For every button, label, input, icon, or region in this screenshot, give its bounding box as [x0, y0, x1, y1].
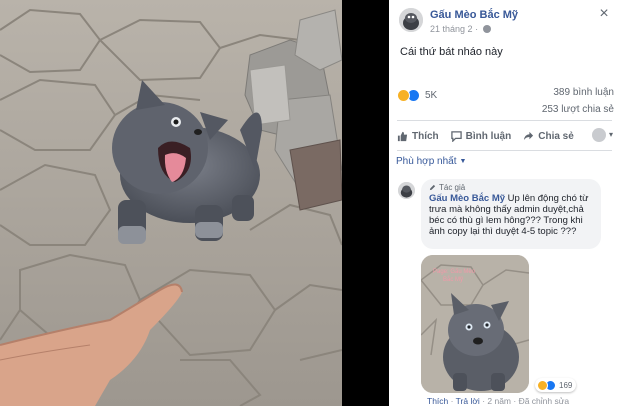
comment-button[interactable]: Bình luận — [450, 130, 512, 142]
comment-time[interactable]: 2 năm — [487, 396, 511, 406]
commenter-avatar[interactable] — [398, 182, 415, 199]
author-badge-label: Tác giả — [439, 183, 466, 192]
comment-edited-label[interactable]: Đã chỉnh sửa — [519, 396, 570, 406]
divider — [397, 120, 612, 121]
share-button[interactable]: Chia sẻ — [523, 131, 574, 142]
page-avatar[interactable] — [399, 8, 423, 32]
comment-attachment-image[interactable]: Page: Gấu Mèo Bắc Mỹ — [421, 255, 529, 393]
separator-dot: · — [475, 24, 479, 34]
shares-count-link[interactable]: 253 lượt chia sẻ — [542, 104, 614, 115]
comment-bubble: Tác giả Gấu Mèo Bắc Mỹ Up lên động chó t… — [421, 179, 601, 249]
act-as-avatar[interactable] — [592, 128, 606, 142]
photo-dog-pointing — [0, 0, 342, 406]
post-date[interactable]: 21 tháng 2 — [430, 24, 473, 34]
post-photo[interactable] — [0, 0, 342, 406]
post-meta: 21 tháng 2 · — [430, 24, 491, 34]
comment-icon — [450, 130, 462, 142]
like-label: Thích — [412, 130, 439, 142]
close-button[interactable]: × — [596, 6, 612, 23]
page-avatar-image — [399, 8, 423, 32]
comment-reactions[interactable]: 169 — [535, 378, 577, 392]
comment-filter-label: Phù hợp nhất — [396, 156, 457, 167]
author-badge: Tác giả — [429, 183, 593, 192]
like-button[interactable]: Thích — [397, 131, 439, 142]
thumbs-up-icon — [397, 131, 408, 141]
reactions-summary[interactable]: 5K — [397, 88, 437, 102]
post-caption: Cái thứ bát nháo này — [400, 46, 503, 58]
share-label: Chia sẻ — [538, 130, 574, 142]
photo-letterbox — [342, 0, 389, 406]
comment-reply-link[interactable]: Trả lời — [456, 396, 480, 406]
photo-viewer: Gấu Mèo Bắc Mỹ 21 tháng 2 · × Cái thứ bá… — [0, 0, 620, 406]
watermark-line-2: Bắc Mỹ — [443, 276, 463, 283]
comment-filter-dropdown[interactable]: Phù hợp nhất ▼ — [396, 156, 466, 167]
comment-text: Gấu Mèo Bắc Mỹ Up lên động chó từ trưa m… — [429, 193, 593, 237]
post-header: Gấu Mèo Bắc Mỹ 21 tháng 2 · × — [389, 0, 620, 40]
post-side-panel: Gấu Mèo Bắc Mỹ 21 tháng 2 · × Cái thứ bá… — [389, 0, 620, 406]
comments-count-link[interactable]: 389 bình luận — [553, 87, 614, 98]
divider — [397, 150, 612, 151]
watermark-line-1: Page: Gấu Mèo — [433, 269, 476, 275]
comment-photo-dog: Page: Gấu Mèo Bắc Mỹ — [421, 255, 529, 393]
comment-actions: Thích · Trả lời · 2 năm · Đã chỉnh sửa — [427, 396, 570, 406]
haha-reaction-icon — [397, 88, 410, 102]
page-name-link[interactable]: Gấu Mèo Bắc Mỹ — [430, 9, 518, 21]
chevron-down-icon[interactable]: ▾ — [609, 130, 613, 139]
haha-reaction-icon — [537, 379, 548, 391]
share-icon — [524, 131, 534, 140]
commenter-avatar-image — [398, 182, 415, 199]
globe-icon — [482, 25, 491, 33]
comment-author-link[interactable]: Gấu Mèo Bắc Mỹ — [429, 193, 505, 204]
post-actions: Thích Bình luận Chia sẻ — [397, 124, 612, 148]
comment-like-link[interactable]: Thích — [427, 396, 448, 406]
caret-down-icon: ▼ — [459, 158, 467, 165]
pen-icon — [429, 184, 436, 191]
reactions-count: 5K — [425, 89, 438, 101]
comment-label: Bình luận — [465, 130, 512, 142]
comment-reaction-count: 169 — [559, 380, 573, 390]
